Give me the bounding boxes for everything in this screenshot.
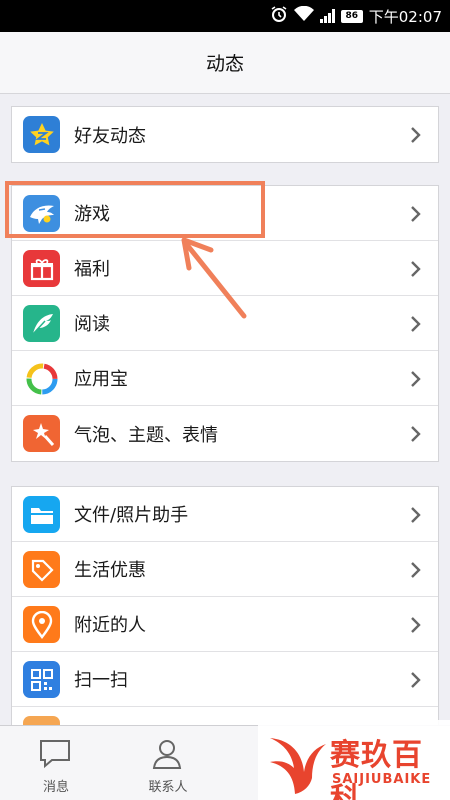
tab-messages[interactable]: 消息 xyxy=(0,726,112,800)
title-bar: 动态 xyxy=(0,32,450,94)
chevron-right-icon xyxy=(406,560,426,580)
signal-icon xyxy=(319,9,335,23)
menu-item-label: 文件/照片助手 xyxy=(74,505,189,526)
status-right: 86 下午02:07 xyxy=(270,0,442,32)
menu-item-file-assistant[interactable]: 文件/照片助手 xyxy=(12,487,438,542)
gift-icon xyxy=(23,250,60,287)
chevron-right-icon xyxy=(406,259,426,279)
pointer-arrow-icon xyxy=(178,236,250,326)
chevron-right-icon xyxy=(406,125,426,145)
chevron-right-icon xyxy=(406,505,426,525)
menu-item-label: 阅读 xyxy=(74,314,110,335)
menu-item-label: 气泡、主题、表情 xyxy=(74,424,218,446)
watermark-subtitle: SAIJIUBAIKE xyxy=(332,772,432,787)
tab-contacts[interactable]: 联系人 xyxy=(112,726,224,800)
wifi-icon xyxy=(293,5,314,26)
magic-wand-icon xyxy=(23,415,60,452)
menu-item-label: 福利 xyxy=(74,259,110,280)
folder-icon xyxy=(23,496,60,533)
group-friends: 好友动态 xyxy=(11,106,439,163)
chat-bubble-icon xyxy=(38,738,72,774)
watermark: 赛玖百科 SAIJIUBAIKE xyxy=(258,720,450,800)
qr-code-icon xyxy=(23,661,60,698)
chevron-right-icon xyxy=(406,670,426,690)
menu-item-friend-feed[interactable]: 好友动态 xyxy=(12,107,438,162)
whale-tail-logo-icon xyxy=(264,726,326,800)
page-title: 动态 xyxy=(205,53,244,75)
contact-person-icon xyxy=(150,738,184,774)
chevron-right-icon xyxy=(406,314,426,334)
price-tag-icon xyxy=(23,551,60,588)
menu-item-nearby-people[interactable]: 附近的人 xyxy=(12,597,438,652)
watermark-title: 赛玖百科 xyxy=(330,738,423,800)
alarm-icon xyxy=(270,5,288,27)
chevron-right-icon xyxy=(406,615,426,635)
app-store-icon xyxy=(23,360,60,397)
status-bar: 86 下午02:07 xyxy=(0,0,450,32)
qzone-star-icon xyxy=(23,116,60,153)
menu-item-app-store[interactable]: 应用宝 xyxy=(12,351,438,406)
menu-item-bubbles-themes[interactable]: 气泡、主题、表情 xyxy=(12,406,438,461)
feather-icon xyxy=(23,305,60,342)
menu-item-label: 应用宝 xyxy=(74,369,128,390)
chevron-right-icon xyxy=(406,424,426,444)
menu-item-label: 生活优惠 xyxy=(74,560,146,581)
menu-item-scan[interactable]: 扫一扫 xyxy=(12,652,438,707)
menu-item-label: 好友动态 xyxy=(74,125,146,147)
menu-item-life-deals[interactable]: 生活优惠 xyxy=(12,542,438,597)
chevron-right-icon xyxy=(406,204,426,224)
battery-icon: 86 xyxy=(340,9,363,23)
highlight-box xyxy=(5,181,265,238)
chevron-right-icon xyxy=(406,369,426,389)
location-pin-icon xyxy=(23,606,60,643)
clock: 下午02:07 xyxy=(368,7,442,26)
menu-item-label: 扫一扫 xyxy=(74,670,128,691)
tab-label: 消息 xyxy=(42,780,69,795)
tab-label: 联系人 xyxy=(148,780,188,795)
menu-item-label: 附近的人 xyxy=(74,615,146,636)
group-tools: 文件/照片助手 生活优惠 附近的人 扫一扫 xyxy=(11,486,439,726)
